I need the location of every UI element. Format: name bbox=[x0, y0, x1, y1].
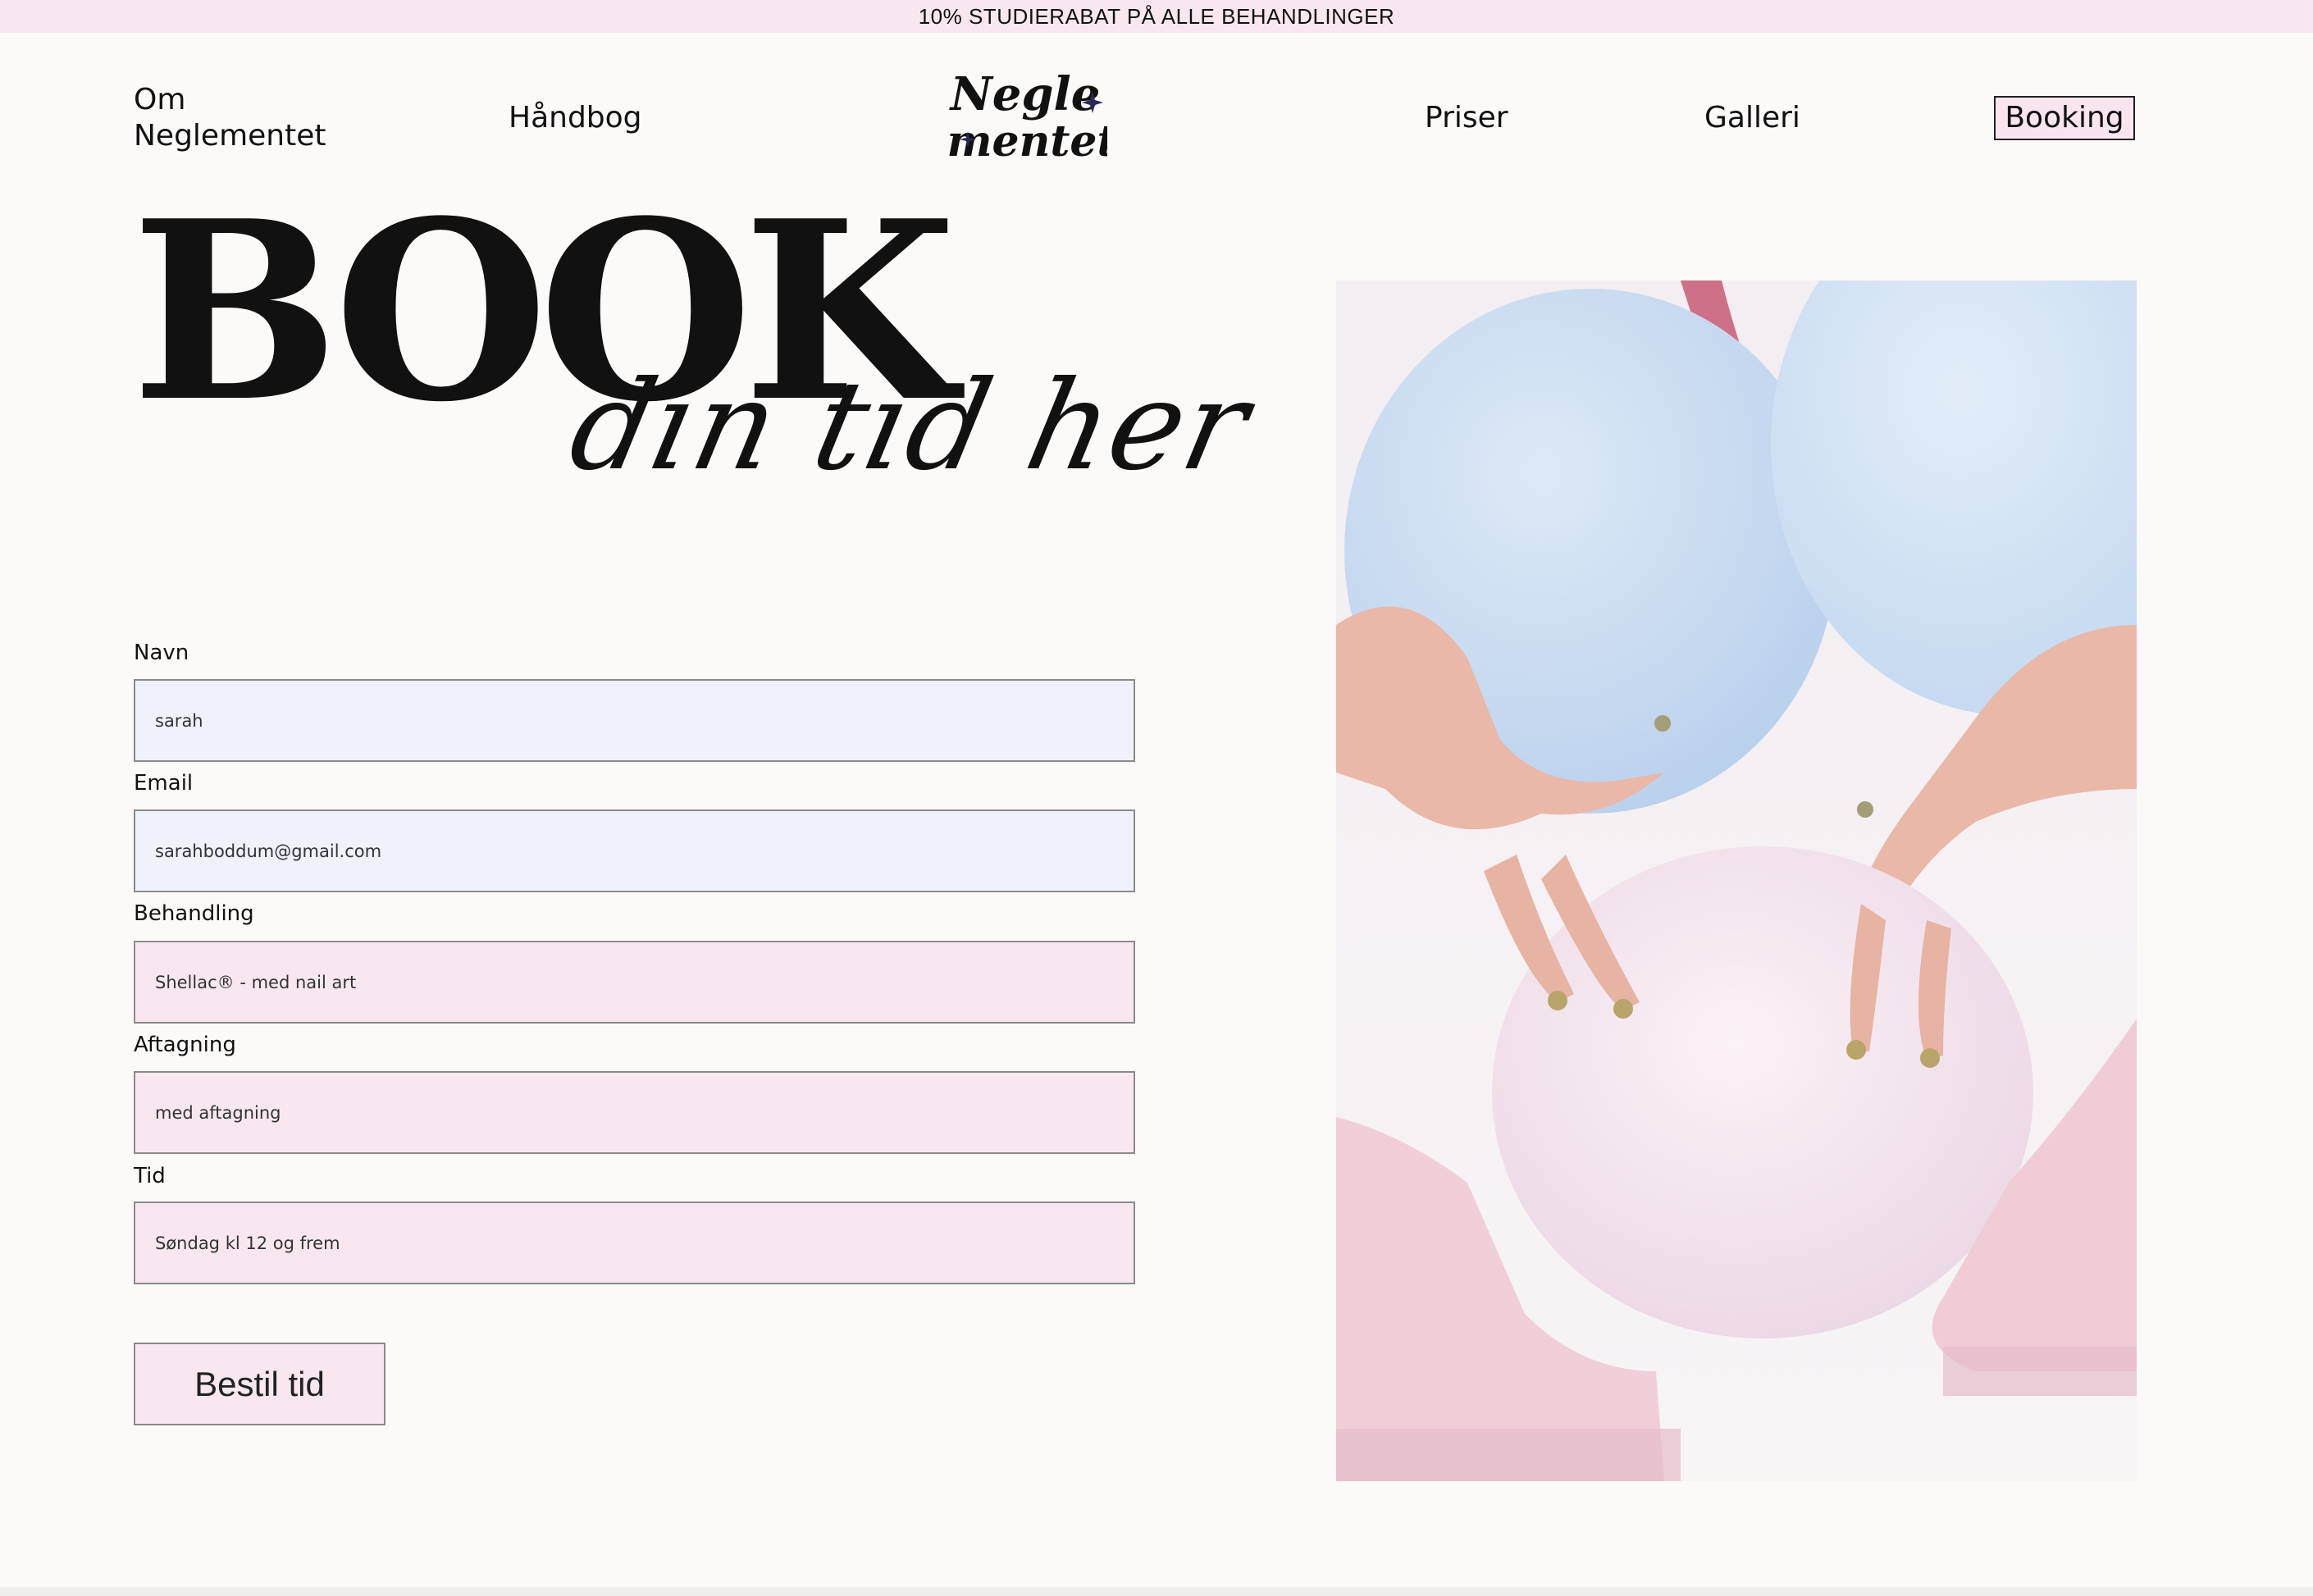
treatment-select[interactable]: Shellac® - med nail art bbox=[134, 941, 1135, 1024]
time-select[interactable]: Søndag kl 12 og frem bbox=[134, 1202, 1135, 1284]
email-input[interactable]: sarahboddum@gmail.com bbox=[134, 809, 1135, 892]
hero-subtitle-script: din tid her bbox=[559, 355, 1261, 498]
promo-text: 10% STUDIERABAT PÅ ALLE BEHANDLINGER bbox=[918, 3, 1395, 29]
label-navn: Navn bbox=[134, 641, 189, 665]
logo-line-2: mentet bbox=[947, 116, 1107, 166]
hero-photo bbox=[1336, 280, 2137, 1481]
nav-link-booking[interactable]: Booking bbox=[1994, 96, 2135, 140]
promo-banner: 10% STUDIERABAT PÅ ALLE BEHANDLINGER bbox=[0, 0, 2313, 33]
logo-graphic: Negle mentet bbox=[947, 67, 1116, 166]
logo-line-1: Negle bbox=[949, 67, 1101, 121]
book-submit-button[interactable]: Bestil tid bbox=[134, 1343, 386, 1425]
nav-link-om-neglementet[interactable]: Om Neglementet bbox=[134, 82, 347, 154]
label-aftagning: Aftagning bbox=[134, 1033, 236, 1057]
removal-select[interactable]: med aftagning bbox=[134, 1071, 1135, 1154]
balloons-photo-illustration bbox=[1336, 280, 2137, 1481]
page-bottom-edge bbox=[0, 1587, 2313, 1596]
name-input[interactable]: sarah bbox=[134, 679, 1135, 762]
nav-link-priser[interactable]: Priser bbox=[1425, 100, 1508, 136]
nav-link-galleri[interactable]: Galleri bbox=[1704, 100, 1800, 136]
nav-link-handbog[interactable]: Håndbog bbox=[509, 100, 642, 136]
label-email: Email bbox=[134, 771, 194, 796]
label-behandling: Behandling bbox=[134, 901, 254, 926]
site-logo[interactable]: Negle mentet bbox=[943, 59, 1116, 170]
label-tid: Tid bbox=[134, 1164, 166, 1188]
